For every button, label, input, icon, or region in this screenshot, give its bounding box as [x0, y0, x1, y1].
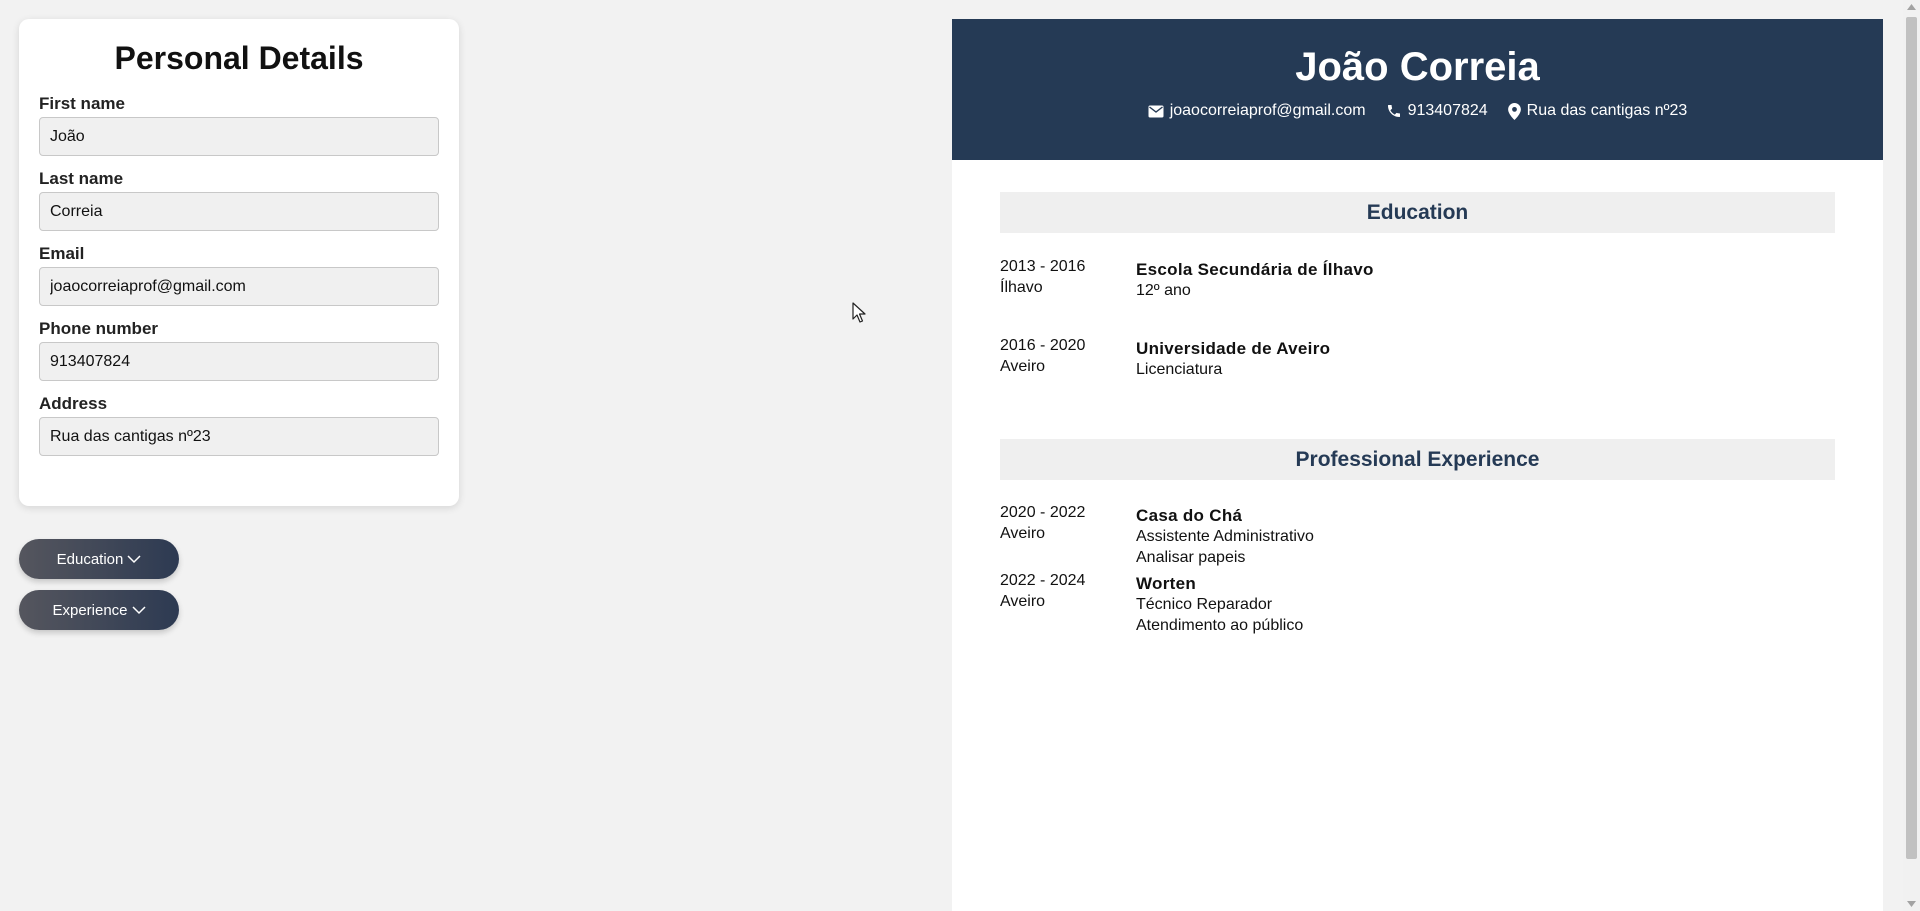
scrollbar-thumb[interactable] — [1906, 17, 1917, 859]
entry-location: Aveiro — [1000, 593, 1046, 610]
scroll-up-arrow-icon[interactable] — [1907, 4, 1916, 10]
entry-school: Escola Secundária de Ílhavo — [1136, 260, 1374, 279]
entry-position: Assistente Administrativo — [1136, 528, 1314, 545]
entry-years: 2016 - 2020 — [1000, 337, 1086, 354]
entry-location: Aveiro — [1000, 525, 1046, 542]
experience-toggle-button[interactable]: Experience — [19, 590, 179, 630]
vertical-scrollbar[interactable] — [1903, 0, 1920, 911]
chevron-down-icon — [127, 554, 141, 563]
entry-company: Casa do Chá — [1136, 506, 1243, 525]
address-label: Address — [39, 394, 108, 413]
experience-section-title: Professional Experience — [1000, 439, 1835, 480]
phone-input[interactable] — [39, 342, 439, 381]
contact-email-text: joaocorreiaprof@gmail.com — [1169, 102, 1366, 119]
first-name-label: First name — [39, 94, 125, 113]
personal-details-card: Personal Details First name Last name Em… — [19, 19, 459, 506]
entry-location: Aveiro — [1000, 358, 1046, 375]
experience-entry: 2022 - 2024 Aveiro Worten Técnico Repara… — [1000, 570, 1835, 636]
first-name-input[interactable] — [39, 117, 439, 156]
contact-address: Rua das cantigas nº23 — [1507, 101, 1688, 121]
entry-years: 2013 - 2016 — [1000, 258, 1086, 275]
entry-location: Ílhavo — [1000, 279, 1043, 296]
contact-phone-text: 913407824 — [1407, 102, 1488, 119]
scroll-down-arrow-icon[interactable] — [1907, 901, 1916, 907]
phone-label: Phone number — [39, 319, 159, 338]
contact-row: joaocorreiaprof@gmail.com 913407824 Rua … — [952, 101, 1883, 121]
entry-school: Universidade de Aveiro — [1136, 339, 1331, 358]
entry-degree: Licenciatura — [1136, 361, 1223, 378]
resume-header: João Correia joaocorreiaprof@gmail.com 9… — [952, 19, 1883, 160]
entry-degree: 12º ano — [1136, 282, 1191, 299]
contact-phone: 913407824 — [1386, 101, 1488, 121]
entry-position: Técnico Reparador — [1136, 596, 1273, 613]
phone-icon — [1387, 105, 1400, 117]
contact-address-text: Rua das cantigas nº23 — [1526, 102, 1688, 119]
experience-button-label: Experience — [52, 601, 128, 619]
last-name-label: Last name — [39, 169, 124, 188]
entry-years: 2022 - 2024 — [1000, 572, 1086, 589]
contact-email: joaocorreiaprof@gmail.com — [1148, 101, 1366, 121]
last-name-input[interactable] — [39, 192, 439, 231]
mail-icon — [1148, 105, 1164, 117]
chevron-down-icon — [131, 605, 146, 614]
education-toggle-button[interactable]: Education — [19, 539, 179, 579]
education-entry: 2013 - 2016 Ílhavo Escola Secundária de … — [1000, 256, 1835, 301]
education-section-title: Education — [1000, 192, 1835, 233]
email-input[interactable] — [39, 267, 439, 306]
entry-years: 2020 - 2022 — [1000, 504, 1086, 521]
entry-description: Atendimento ao público — [1136, 617, 1304, 634]
resume-preview: João Correia joaocorreiaprof@gmail.com 9… — [952, 19, 1883, 911]
email-label: Email — [39, 244, 85, 263]
resume-name: João Correia — [1295, 45, 1540, 89]
mouse-cursor-icon — [852, 302, 866, 323]
entry-company: Worten — [1136, 574, 1197, 593]
address-input[interactable] — [39, 417, 439, 456]
location-pin-icon — [1507, 102, 1521, 120]
education-button-label: Education — [56, 550, 124, 568]
education-entry: 2016 - 2020 Aveiro Universidade de Aveir… — [1000, 335, 1835, 380]
experience-entry: 2020 - 2022 Aveiro Casa do Chá Assistent… — [1000, 502, 1835, 568]
personal-details-title: Personal Details — [114, 40, 364, 76]
entry-description: Analisar papeis — [1136, 549, 1246, 566]
